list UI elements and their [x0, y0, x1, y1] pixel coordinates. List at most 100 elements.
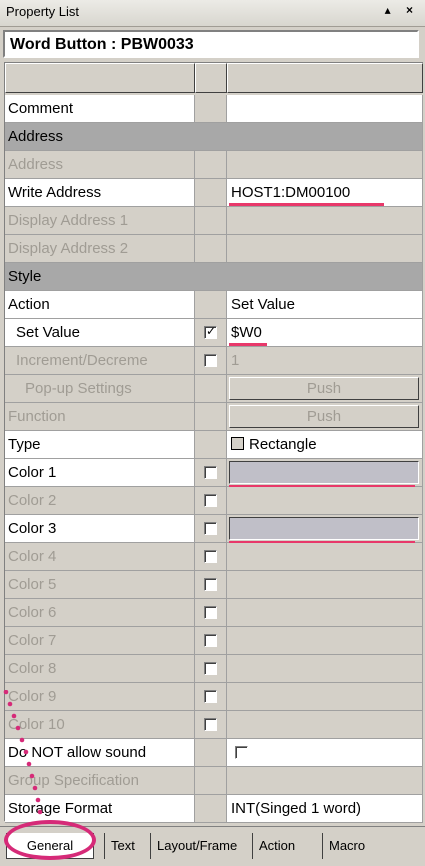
prop-row-increment: Increment/Decreme 1 [5, 347, 423, 375]
panel-controls[interactable]: ▴ × [385, 3, 419, 17]
prop-label: Color 7 [5, 627, 195, 655]
prop-label: Pop-up Settings [5, 375, 195, 403]
prop-check-cell [195, 571, 227, 599]
prop-label: Color 1 [5, 459, 195, 487]
prop-check-cell [195, 487, 227, 515]
prop-label: Color 8 [5, 655, 195, 683]
prop-value-cell [227, 459, 423, 487]
prop-value [227, 767, 423, 795]
color-9-checkbox[interactable] [204, 690, 217, 703]
prop-check-cell [195, 767, 227, 795]
no-sound-checkbox[interactable] [235, 746, 248, 759]
prop-check-cell [195, 655, 227, 683]
panel-title: Property List [6, 4, 79, 19]
property-list-panel: Property List ▴ × Word Button : PBW0033 … [0, 0, 425, 866]
prop-row-address: Address [5, 151, 423, 179]
prop-row-type[interactable]: Type Rectangle [5, 431, 423, 459]
color-3-swatch[interactable] [229, 517, 419, 540]
header-cell-check [195, 63, 227, 93]
prop-label: Type [5, 431, 195, 459]
prop-value [227, 207, 423, 235]
prop-value [227, 711, 423, 739]
color-1-checkbox[interactable] [204, 466, 217, 479]
prop-check-cell: ✓ [195, 319, 227, 347]
function-push-button[interactable]: Push [229, 405, 419, 428]
popup-push-button[interactable]: Push [229, 377, 419, 400]
prop-row-color-7: Color 7 [5, 627, 423, 655]
prop-row-color-5: Color 5 [5, 571, 423, 599]
checkmark-icon: ✓ [206, 324, 217, 338]
comment-input[interactable] [227, 95, 423, 123]
section-label: Address [5, 123, 423, 151]
prop-check-cell [195, 795, 227, 823]
section-style[interactable]: Style [5, 263, 423, 291]
prop-row-set-value[interactable]: Set Value ✓ $W0 [5, 319, 423, 347]
prop-label: Address [5, 151, 195, 179]
color-5-checkbox[interactable] [204, 578, 217, 591]
prop-check-cell [195, 207, 227, 235]
type-value: Rectangle [249, 436, 317, 453]
prop-check-cell [195, 627, 227, 655]
prop-check-cell [195, 95, 227, 123]
prop-check-cell [195, 151, 227, 179]
prop-label: Color 6 [5, 599, 195, 627]
header-cell-value [227, 63, 423, 93]
prop-value [227, 627, 423, 655]
action-select[interactable]: Set Value [227, 291, 423, 319]
prop-value [227, 235, 423, 263]
prop-check-cell [195, 403, 227, 431]
prop-value [227, 571, 423, 599]
prop-row-color-10: Color 10 [5, 711, 423, 739]
prop-row-no-sound[interactable]: Do NOT allow sound [5, 739, 423, 767]
tab-text[interactable]: Text [104, 833, 141, 859]
tab-layout-frame[interactable]: Layout/Frame [150, 833, 243, 859]
prop-check-cell [195, 347, 227, 375]
color-7-checkbox[interactable] [204, 634, 217, 647]
set-value-checkbox[interactable]: ✓ [204, 324, 217, 339]
color-8-checkbox[interactable] [204, 662, 217, 675]
prop-label: Display Address 1 [5, 207, 195, 235]
prop-value [227, 543, 423, 571]
color-4-checkbox[interactable] [204, 550, 217, 563]
prop-check-cell [195, 711, 227, 739]
highlight-underline [229, 203, 384, 206]
prop-label: Color 5 [5, 571, 195, 599]
prop-value-cell [227, 739, 423, 767]
prop-row-color-8: Color 8 [5, 655, 423, 683]
color-2-checkbox[interactable] [204, 494, 217, 507]
storage-format-select[interactable]: INT(Singed 1 word) [227, 795, 423, 823]
tab-macro[interactable]: Macro [322, 833, 371, 859]
prop-label: Increment/Decreme [5, 347, 195, 375]
prop-check-cell [195, 599, 227, 627]
prop-value [227, 599, 423, 627]
section-label: Style [5, 263, 423, 291]
prop-value [227, 655, 423, 683]
color-6-checkbox[interactable] [204, 606, 217, 619]
increment-checkbox[interactable] [204, 354, 217, 367]
prop-row-color-4: Color 4 [5, 543, 423, 571]
prop-row-storage-format[interactable]: Storage Format INT(Singed 1 word) [5, 795, 423, 823]
prop-row-function: Function Push [5, 403, 423, 431]
color-3-checkbox[interactable] [204, 522, 217, 535]
type-select[interactable]: Rectangle [227, 431, 423, 459]
prop-row-action[interactable]: Action Set Value [5, 291, 423, 319]
prop-check-cell [195, 459, 227, 487]
color-1-swatch[interactable] [229, 461, 419, 484]
prop-row-group-spec: Group Specification [5, 767, 423, 795]
tab-action[interactable]: Action [252, 833, 301, 859]
prop-value [227, 683, 423, 711]
prop-row-color-1[interactable]: Color 1 [5, 459, 423, 488]
prop-row-color-3[interactable]: Color 3 [5, 515, 423, 544]
prop-label: Comment [5, 95, 195, 123]
prop-row-write-address[interactable]: Write Address HOST1:DM00100 [5, 179, 423, 207]
prop-value [227, 151, 423, 179]
prop-label: Set Value [5, 319, 195, 347]
object-name: Word Button : PBW0033 [10, 36, 194, 53]
section-address[interactable]: Address [5, 123, 423, 151]
prop-value [227, 487, 423, 515]
color-10-checkbox[interactable] [204, 718, 217, 731]
prop-row-comment[interactable]: Comment [5, 95, 423, 123]
annotation-ring [4, 820, 96, 860]
prop-label: Display Address 2 [5, 235, 195, 263]
property-grid: Comment Address Address Write Address HO… [4, 62, 423, 823]
